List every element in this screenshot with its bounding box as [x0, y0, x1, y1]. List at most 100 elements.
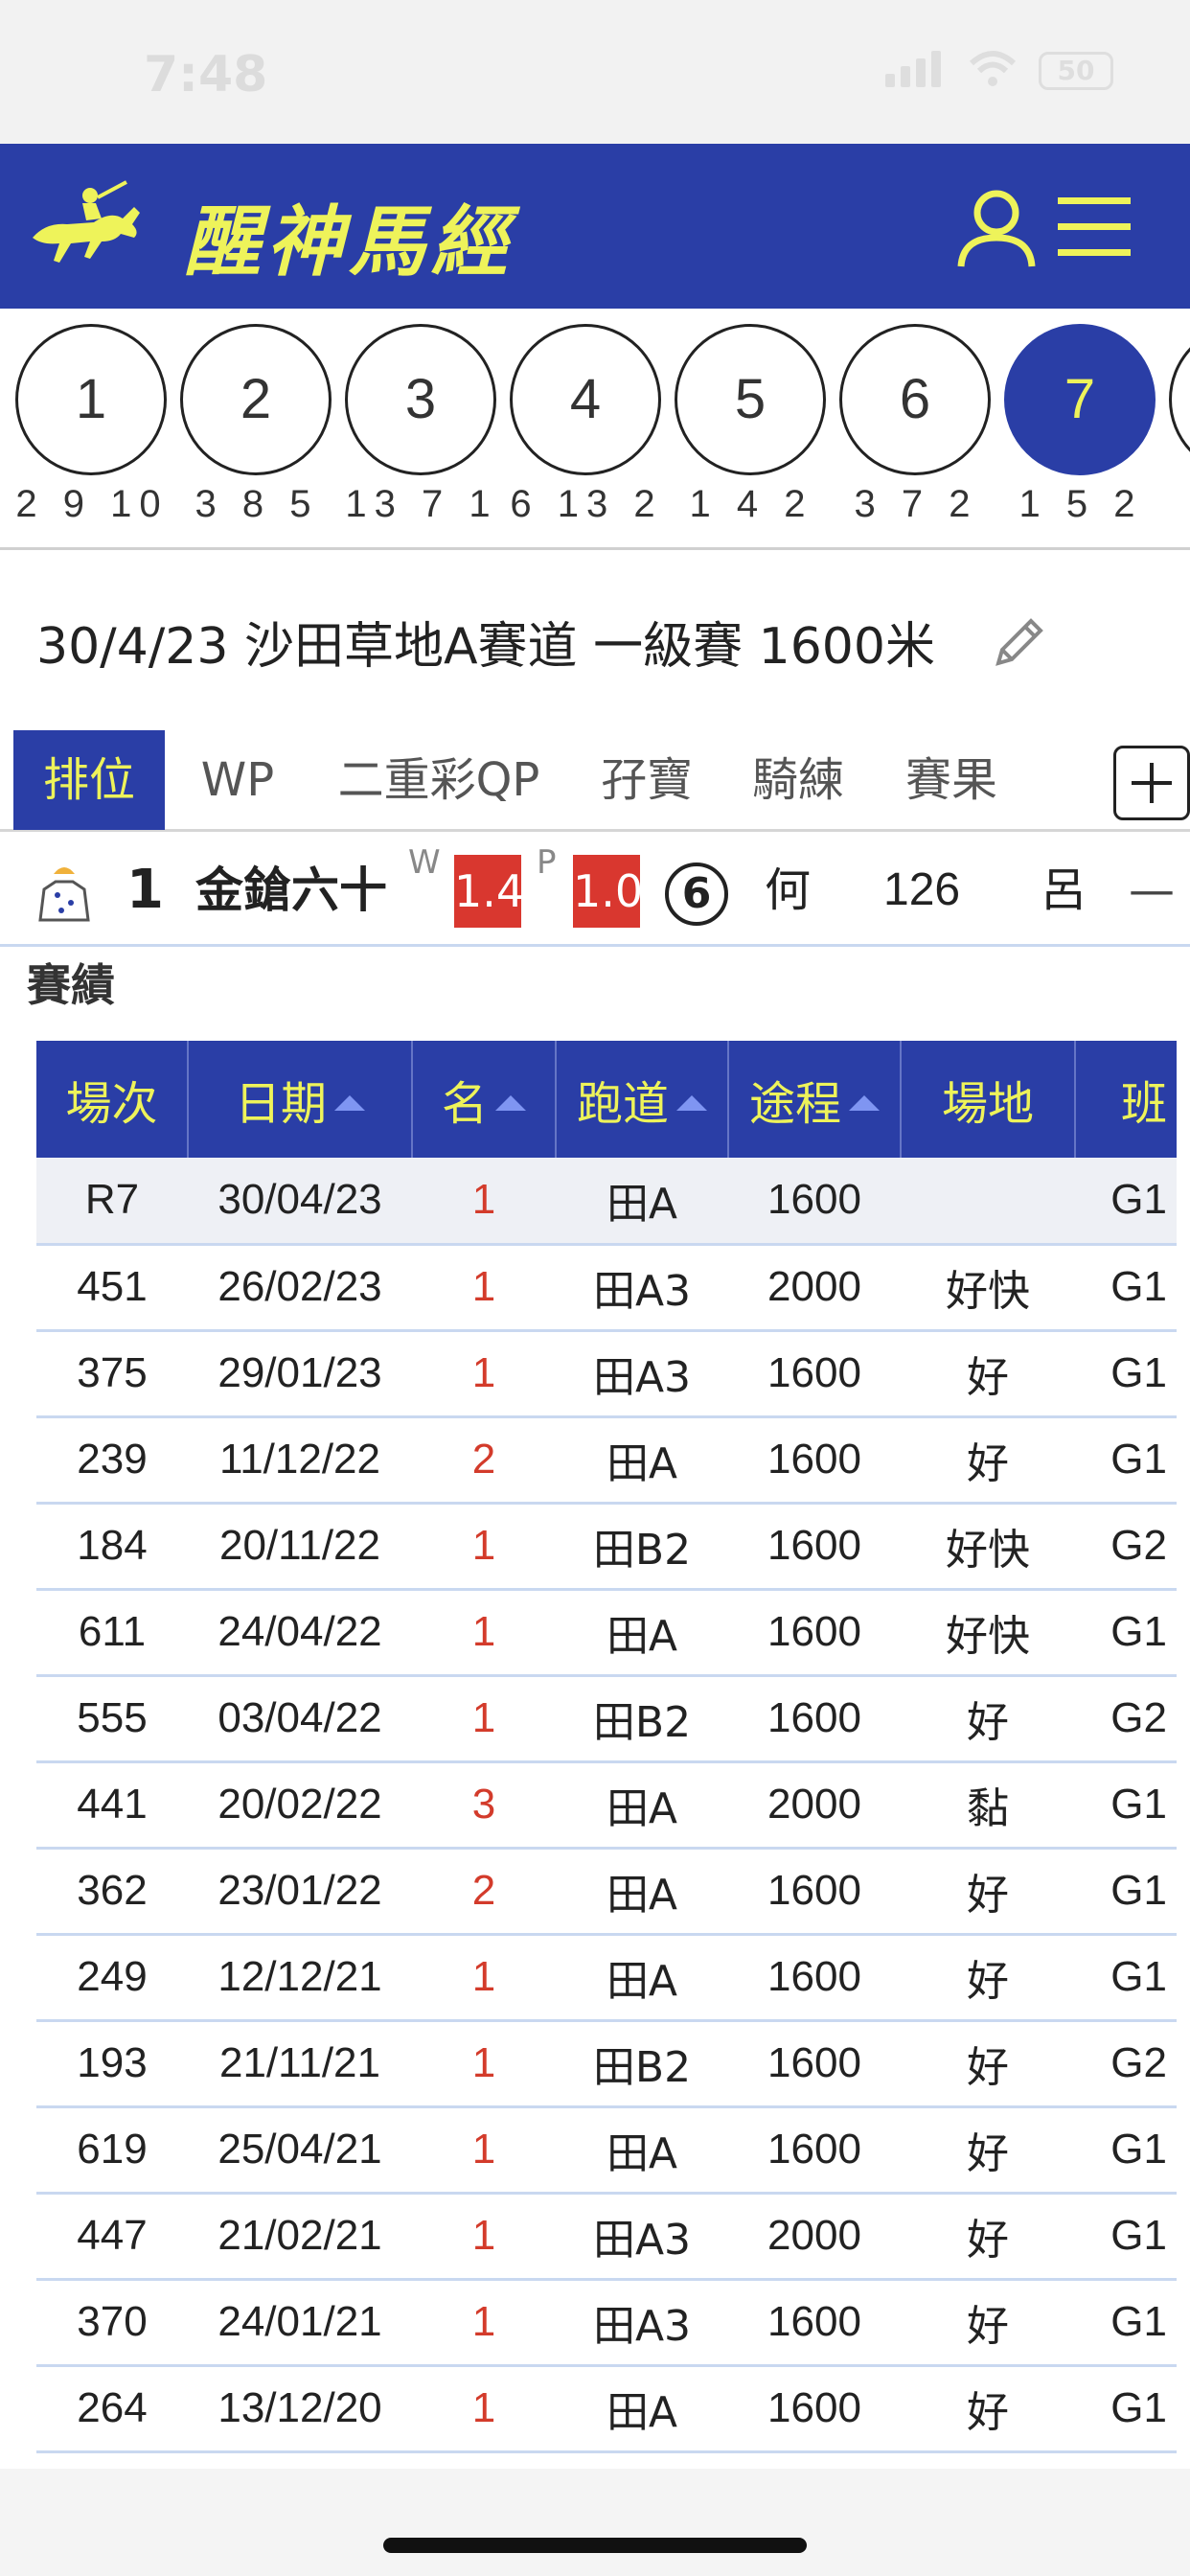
- win-label: W: [408, 843, 441, 882]
- race-button-6[interactable]: 6 3 7 2: [839, 324, 993, 535]
- race-button-4[interactable]: 4 6 13 2: [510, 324, 663, 535]
- table-row[interactable]: R7 30/04/23 1 田A 1600 G1: [36, 1158, 1177, 1246]
- cell-place: 1: [412, 1330, 556, 1418]
- tab-results[interactable]: 賽果: [889, 730, 1014, 830]
- cell-place: 1: [412, 2279, 556, 2367]
- table-row[interactable]: 555 03/04/22 1 田B2 1600 好 G2: [36, 1675, 1177, 1763]
- cell-distance: 1600: [728, 1503, 901, 1591]
- table-row[interactable]: 362 23/01/22 2 田A 1600 好 G1: [36, 1848, 1177, 1936]
- tab-double[interactable]: 孖寶: [584, 730, 709, 830]
- menu-icon[interactable]: [1058, 194, 1131, 261]
- cell-date: 29/01/23: [188, 1330, 412, 1418]
- cell-date: 21/11/21: [188, 2020, 412, 2108]
- cell-grade: G1: [1075, 1848, 1177, 1936]
- cell-going: 好快: [901, 1589, 1075, 1677]
- cell-going: [901, 1158, 1075, 1246]
- column-header: 場地: [901, 1041, 1076, 1158]
- race-number: 6: [839, 324, 991, 475]
- cell-race-id: 555: [36, 1675, 188, 1763]
- cell-place: 1: [412, 2106, 556, 2195]
- cell-grade: G1: [1075, 1244, 1177, 1332]
- race-top-picks: 3 8 5: [195, 483, 319, 525]
- cell-venue: 田A: [556, 1761, 728, 1850]
- table-row[interactable]: 451 26/02/23 1 田A3 2000 好快 G1: [36, 1244, 1177, 1332]
- cell-place: 1: [412, 1589, 556, 1677]
- table-row[interactable]: 249 12/12/21 1 田A 1600 好 G1: [36, 1934, 1177, 2022]
- cell-going: 好: [901, 2106, 1075, 2195]
- home-indicator[interactable]: [383, 2538, 807, 2553]
- tab-draw[interactable]: 排位: [13, 730, 165, 830]
- table-row[interactable]: 375 29/01/23 1 田A3 1600 好 G1: [36, 1330, 1177, 1418]
- table-row[interactable]: 239 11/12/22 2 田A 1600 好 G1: [36, 1416, 1177, 1505]
- extra-value: —: [1129, 863, 1175, 917]
- table-row[interactable]: 193 21/11/21 1 田B2 1600 好 G2: [36, 2020, 1177, 2108]
- table-row[interactable]: 184 20/11/22 1 田B2 1600 好快 G2: [36, 1503, 1177, 1591]
- race-number: 5: [675, 324, 826, 475]
- add-tab-button[interactable]: [1113, 746, 1190, 820]
- race-top-picks: 13 7 1: [345, 483, 498, 525]
- race-info: 30/4/23 沙田草地A賽道 一級賽 1600米: [36, 618, 935, 676]
- cell-distance: 2000: [728, 2193, 901, 2281]
- cell-venue: 田A: [556, 1589, 728, 1677]
- cell-date: 03/04/22: [188, 1675, 412, 1763]
- cell-race-id: 362: [36, 1848, 188, 1936]
- race-button-partial[interactable]: [1169, 324, 1190, 535]
- cell-date: 20/02/22: [188, 1761, 412, 1850]
- race-top-picks: 3 7 2: [854, 483, 978, 525]
- tab-wp[interactable]: WP: [182, 730, 293, 830]
- cell-race-id: 375: [36, 1330, 188, 1418]
- cell-grade: G1: [1075, 1589, 1177, 1677]
- battery-icon: 50: [1039, 52, 1113, 90]
- cell-going: 好快: [901, 1503, 1075, 1591]
- cell-grade: G1: [1075, 2365, 1177, 2453]
- race-top-picks: 6 13 2: [510, 483, 663, 525]
- sort-up-icon: [849, 1095, 880, 1111]
- table-row[interactable]: 370 24/01/21 1 田A3 1600 好 G1: [36, 2279, 1177, 2367]
- table-row[interactable]: 611 24/04/22 1 田A 1600 好快 G1: [36, 1589, 1177, 1677]
- column-header-sortable[interactable]: 跑道: [556, 1041, 729, 1158]
- cell-going: 好: [901, 2193, 1075, 2281]
- cell-race-id: 249: [36, 1934, 188, 2022]
- cell-date: 25/04/21: [188, 2106, 412, 2195]
- user-icon[interactable]: [953, 184, 1040, 270]
- sort-up-icon: [495, 1095, 526, 1111]
- sort-up-icon: [334, 1095, 365, 1111]
- cell-date: 26/02/23: [188, 1244, 412, 1332]
- column-header-sortable[interactable]: 日期: [188, 1041, 413, 1158]
- cell-race-id: 611: [36, 1589, 188, 1677]
- cell-venue: 田A: [556, 2365, 728, 2453]
- cell-race-id: 264: [36, 2365, 188, 2453]
- cell-date: 23/01/22: [188, 1848, 412, 1936]
- table-row[interactable]: 264 13/12/20 1 田A 1600 好 G1: [36, 2365, 1177, 2453]
- race-button-2[interactable]: 2 3 8 5: [180, 324, 333, 535]
- table-row[interactable]: 441 20/02/22 3 田A 2000 黏 G1: [36, 1761, 1177, 1850]
- status-time: 7:48: [144, 46, 268, 104]
- table-row[interactable]: 447 21/02/21 1 田A3 2000 好 G1: [36, 2193, 1177, 2281]
- cell-going: 好: [901, 2020, 1075, 2108]
- cell-venue: 田A3: [556, 2279, 728, 2367]
- column-header-sortable[interactable]: 途程: [728, 1041, 902, 1158]
- section-title-race-record: 賽績: [27, 959, 115, 1011]
- tab-quinella-qp[interactable]: 二重彩QP: [326, 730, 552, 830]
- race-button-1[interactable]: 1 2 9 10: [15, 324, 169, 535]
- cell-venue: 田A: [556, 1848, 728, 1936]
- cell-place: 1: [412, 2365, 556, 2453]
- horse-summary-row[interactable]: 1 金鎗六十 W 1.4 P 1.0 6 何 126 呂 —: [0, 834, 1190, 947]
- cell-date: 24/01/21: [188, 2279, 412, 2367]
- status-icons: 50: [885, 50, 1113, 92]
- cell-grade: G2: [1075, 2020, 1177, 2108]
- cell-going: 好: [901, 1416, 1075, 1505]
- pencil-edit-icon[interactable]: [987, 611, 1050, 675]
- tab-jockey-trainer[interactable]: 騎練: [736, 730, 860, 830]
- race-button-7[interactable]: 7 1 5 2: [1004, 324, 1157, 535]
- column-header-sortable[interactable]: 名: [412, 1041, 557, 1158]
- trainer-name: 呂: [1041, 863, 1087, 917]
- race-button-3[interactable]: 3 13 7 1: [345, 324, 498, 535]
- cell-going: 好: [901, 2365, 1075, 2453]
- cell-race-id: 441: [36, 1761, 188, 1850]
- race-button-5[interactable]: 5 1 4 2: [675, 324, 828, 535]
- cell-race-id: 619: [36, 2106, 188, 2195]
- table-row[interactable]: 619 25/04/21 1 田A 1600 好 G1: [36, 2106, 1177, 2195]
- plus-icon: [1132, 763, 1172, 803]
- cell-grade: G1: [1075, 1761, 1177, 1850]
